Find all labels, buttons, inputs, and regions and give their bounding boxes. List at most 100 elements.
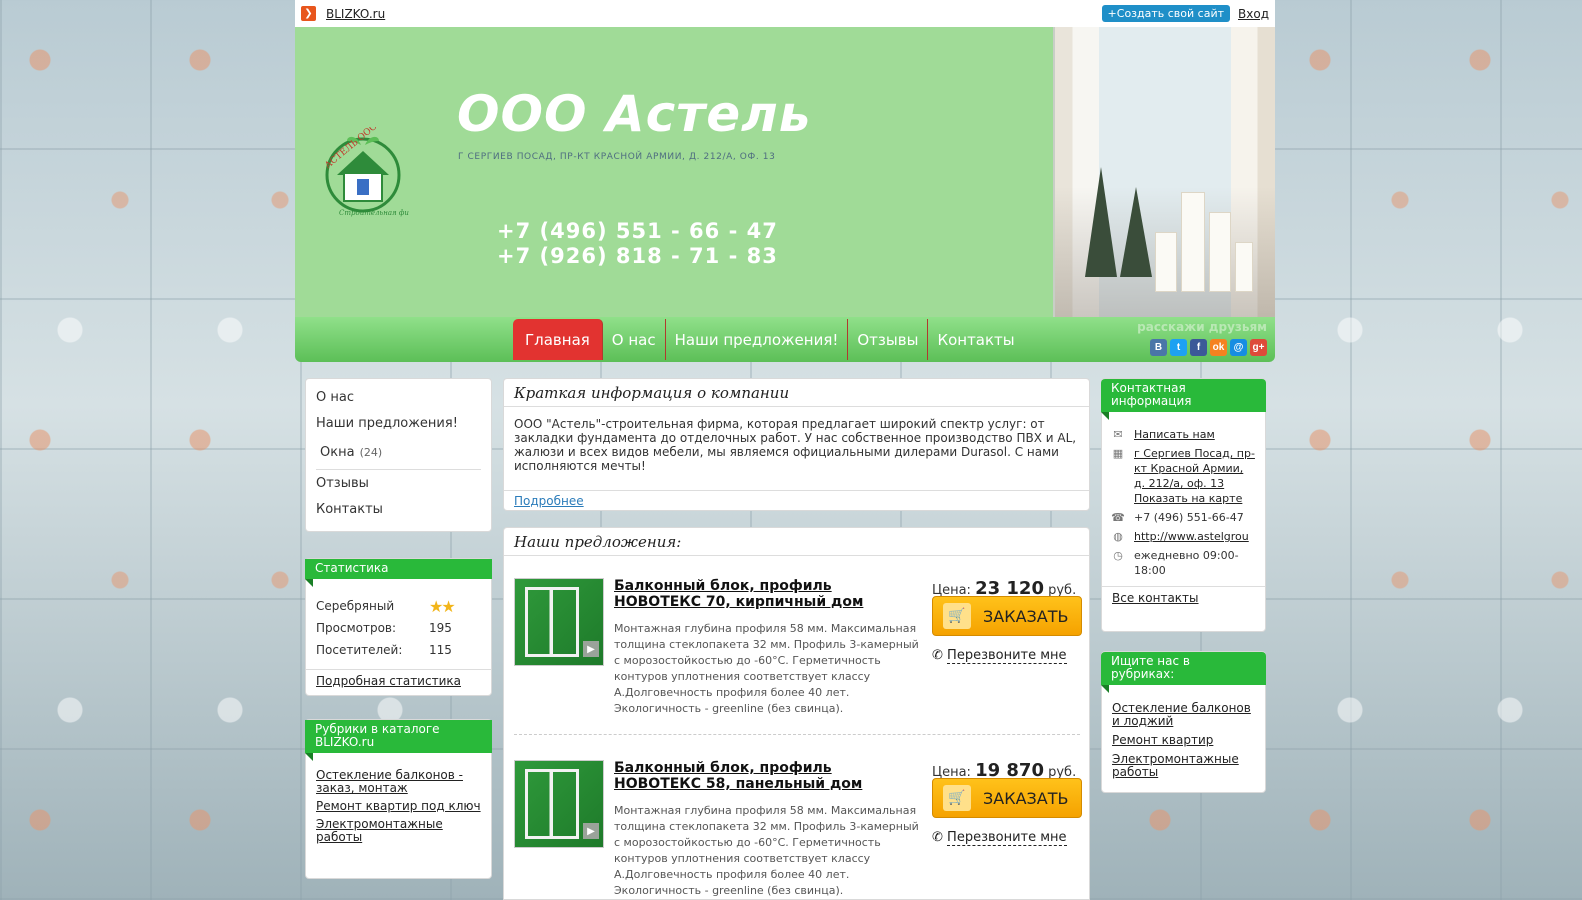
rubrics-widget: Рубрики в каталоге BLIZKO.ru Остекление …	[305, 719, 492, 879]
nav-item-reviews[interactable]: Отзывы	[848, 319, 929, 360]
offers-title: Наши предложения:	[504, 528, 1089, 556]
phone-1: +7 (496) 551 - 66 - 47	[497, 219, 778, 243]
house-logo-icon: АСТЕЛЬ ООО Строительная фирма	[323, 122, 423, 217]
top-bar-actions: +Создать свой сайт Вход	[1101, 5, 1269, 22]
nav-item-contacts[interactable]: Контакты	[928, 319, 1023, 360]
star-icon: ★★	[429, 596, 456, 616]
contact-website-link[interactable]: http://www.astelgrou	[1134, 529, 1249, 544]
arrow-right-icon: ▶	[583, 823, 599, 839]
find-us-link[interactable]: Электромонтажные работы	[1112, 753, 1255, 779]
tree-decoration	[1085, 167, 1117, 277]
mail-icon[interactable]: @	[1230, 339, 1247, 356]
contact-row-address: ▦ г Сергиев Посад, пр-кт Красной Армии, …	[1110, 446, 1255, 506]
top-bar: ❯ BLIZKO.ru +Создать свой сайт Вход	[295, 0, 1275, 27]
callback-link[interactable]: ✆ Перезвоните мне	[932, 648, 1067, 664]
odnoklassniki-icon[interactable]: ok	[1210, 339, 1227, 356]
stats-title: Статистика	[305, 559, 492, 587]
blizko-site-link[interactable]: BLIZKO.ru	[326, 7, 385, 21]
left-menu-item-contacts[interactable]: Контакты	[306, 496, 491, 522]
left-menu-item-reviews[interactable]: Отзывы	[306, 470, 491, 496]
all-contacts-link[interactable]: Все контакты	[1112, 591, 1199, 605]
main-navbar: Главная О нас Наши предложения! Отзывы К…	[295, 317, 1275, 362]
left-menu-windows-count: (24)	[359, 446, 383, 459]
contact-row-phone: ☎ +7 (496) 551-66-47	[1110, 510, 1255, 525]
stats-views-label: Просмотров:	[316, 621, 397, 635]
write-us-link[interactable]: Написать нам	[1134, 427, 1215, 442]
candle-decoration	[1209, 212, 1231, 292]
main-nav: Главная О нас Наши предложения! Отзывы К…	[513, 319, 1024, 360]
left-menu: О нас Наши предложения! Окна (24) Отзывы…	[305, 378, 492, 532]
rubric-link[interactable]: Электромонтажные работы	[316, 818, 481, 844]
offer-item: ▶ Балконный блок, профиль НОВОТЕКС 58, п…	[514, 760, 1082, 900]
rubric-link[interactable]: Ремонт квартир под ключ	[316, 800, 481, 813]
left-menu-item-offers[interactable]: Наши предложения!	[306, 410, 491, 436]
find-us-link[interactable]: Остекление балконов и лоджий	[1112, 702, 1255, 728]
offer-divider	[514, 734, 1080, 735]
nav-item-offers[interactable]: Наши предложения!	[666, 319, 849, 360]
login-link[interactable]: Вход	[1238, 7, 1269, 21]
contacts-all: Все контакты	[1102, 586, 1265, 609]
twitter-icon[interactable]: t	[1170, 339, 1187, 356]
contact-address-link[interactable]: г Сергиев Посад, пр-кт Красной Армии, д.…	[1134, 447, 1255, 490]
show-map-link[interactable]: Показать на карте	[1134, 492, 1242, 505]
window-image-icon	[525, 769, 579, 839]
company-info-more-link[interactable]: Подробнее	[514, 494, 584, 508]
contacts-title: Контактная информация	[1101, 379, 1266, 420]
stats-details-link[interactable]: Подробная статистика	[316, 674, 461, 688]
nav-item-home[interactable]: Главная	[513, 319, 603, 360]
candle-decoration	[1155, 232, 1177, 292]
facebook-icon[interactable]: f	[1190, 339, 1207, 356]
clock-icon: ◷	[1113, 549, 1123, 562]
left-menu-item-about[interactable]: О нас	[306, 384, 491, 410]
contact-hours: ежедневно 09:00-18:00	[1134, 549, 1239, 577]
offer-description: Монтажная глубина профиля 58 мм. Максима…	[614, 622, 919, 715]
contacts-rows: ✉ Написать нам ▦ г Сергиев Посад, пр-кт …	[1102, 412, 1265, 578]
nav-item-about[interactable]: О нас	[603, 319, 666, 360]
candle-decoration	[1181, 192, 1205, 292]
offers-section: Наши предложения: ▶ Балконный блок, проф…	[503, 527, 1090, 900]
company-logo[interactable]: АСТЕЛЬ ООО Строительная фирма	[317, 122, 423, 219]
create-site-button[interactable]: +Создать свой сайт	[1101, 5, 1231, 22]
offer-title-link[interactable]: Балконный блок, профиль НОВОТЕКС 70, кир…	[614, 578, 914, 610]
left-menu-item-windows[interactable]: Окна (24)	[316, 436, 481, 470]
stats-views-row: Просмотров: 195	[306, 617, 491, 639]
offer-title-link[interactable]: Балконный блок, профиль НОВОТЕКС 58, пан…	[614, 760, 914, 792]
order-button-label: ЗАКАЗАТЬ	[983, 606, 1069, 626]
company-name: ООО Астель	[457, 85, 812, 143]
order-button[interactable]: 🛒 ЗАКАЗАТЬ	[932, 596, 1082, 636]
find-us-link[interactable]: Ремонт квартир	[1112, 734, 1255, 747]
phone-icon: ✆	[932, 648, 943, 663]
contact-row-hours: ◷ ежедневно 09:00-18:00	[1110, 548, 1255, 578]
find-us-title: Ищите нас в рубриках:	[1101, 652, 1266, 693]
company-info: Краткая информация о компании ООО "Астел…	[503, 378, 1090, 511]
callback-link[interactable]: ✆ Перезвоните мне	[932, 830, 1067, 846]
share-label: расскажи друзьям	[1137, 320, 1267, 334]
company-info-more: Подробнее	[504, 490, 1089, 511]
arrow-right-icon: ▶	[583, 641, 599, 657]
contact-address-block: г Сергиев Посад, пр-кт Красной Армии, д.…	[1134, 446, 1255, 506]
svg-text:Строительная фирма: Строительная фирма	[339, 209, 409, 217]
share-block: расскажи друзьям В t f ok @ g+	[1137, 320, 1267, 356]
order-button[interactable]: 🛒 ЗАКАЗАТЬ	[932, 778, 1082, 818]
globe-icon: ◍	[1113, 530, 1123, 543]
cart-icon: 🛒	[943, 785, 971, 811]
stats-more: Подробная статистика	[306, 669, 491, 692]
share-icons: В t f ok @ g+	[1137, 339, 1267, 356]
rubrics-title: Рубрики в каталоге BLIZKO.ru	[305, 720, 492, 761]
rubric-link[interactable]: Остекление балконов - заказ, монтаж	[316, 769, 481, 795]
site-header: АСТЕЛЬ ООО Строительная фирма ООО Астель…	[295, 27, 1275, 317]
offer-thumbnail[interactable]: ▶	[514, 578, 604, 666]
offer-thumbnail[interactable]: ▶	[514, 760, 604, 848]
stats-visitors-row: Посетителей: 115	[306, 639, 491, 661]
cart-icon: 🛒	[943, 603, 971, 629]
stats-visitors-value: 115	[429, 643, 452, 657]
vk-icon[interactable]: В	[1150, 339, 1167, 356]
rubrics-links: Остекление балконов - заказ, монтаж Ремо…	[306, 753, 491, 844]
candle-decoration	[1235, 242, 1253, 292]
window-image-icon	[525, 587, 579, 657]
contacts-widget: Контактная информация ✉ Написать нам ▦ г…	[1101, 378, 1266, 632]
contact-row-email: ✉ Написать нам	[1110, 427, 1255, 442]
googleplus-icon[interactable]: g+	[1250, 339, 1267, 356]
tree-decoration	[1120, 187, 1152, 277]
blizko-logo-icon: ❯	[301, 6, 316, 21]
